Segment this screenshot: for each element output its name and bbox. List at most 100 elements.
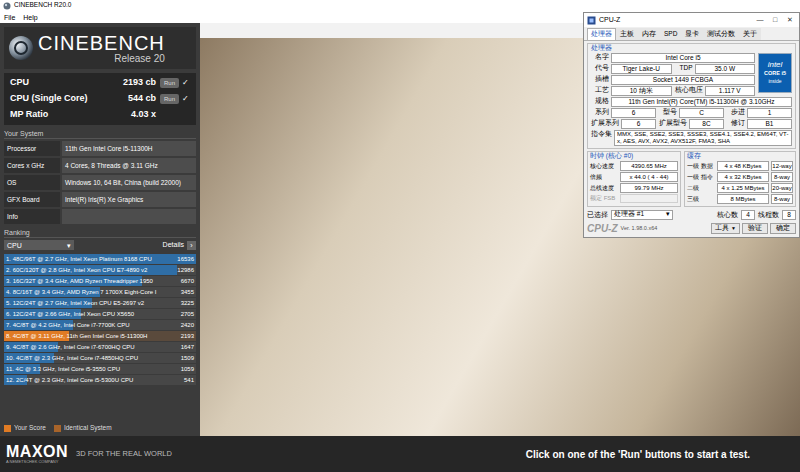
ranking-score: 3455 [181, 287, 194, 297]
cache-way: 12-way [771, 161, 793, 171]
ranking-name: 3. 16C/32T @ 3.4 GHz, AMD Ryzen Threadri… [6, 276, 153, 286]
cpuz-row: 名字Intel Core i5 [591, 53, 755, 63]
ranking-row[interactable]: 1. 48C/96T @ 2.7 GHz, Intel Xeon Platinu… [4, 254, 196, 264]
ranking-name: 6. 12C/24T @ 2.66 GHz, Intel Xeon CPU X5… [6, 309, 134, 319]
system-label: GFX Board [4, 192, 60, 207]
field-label: 指令集 [591, 130, 612, 138]
cpuz-tab[interactable]: 测试分数 [703, 28, 739, 40]
cpuz-tab[interactable]: 内存 [638, 28, 660, 40]
menu-item[interactable]: File [4, 14, 15, 21]
processor-select[interactable]: 处理器 #1▾ [611, 210, 673, 220]
field-label: 插槽 [591, 76, 609, 83]
window-control-button[interactable]: — [754, 15, 766, 26]
ranking-row-text: 11. 4C @ 3.3 GHz, Intel Core i5-3550 CPU… [4, 364, 196, 374]
cpuz-field: 扩展系列6 [591, 119, 656, 129]
cpuz-field: 名字Intel Core i5 [591, 53, 755, 63]
field-value: Socket 1449 FCBGA [611, 75, 755, 85]
field-label: 一级 数据 [687, 163, 715, 169]
processor-top: 名字Intel Core i5代号Tiger Lake-UTDP35.0 W插槽… [591, 53, 792, 96]
system-label: Info [4, 209, 60, 224]
cpuz-tabs: 处理器主板内存SPD显卡测试分数关于 [584, 27, 799, 41]
field-value: 1 [747, 108, 792, 118]
cores-label: 核心数 [717, 210, 738, 220]
menu-item[interactable]: Help [23, 14, 37, 21]
ranking-name: 11. 4C @ 3.3 GHz, Intel Core i5-3550 CPU [6, 364, 120, 374]
field-value: 6 [611, 108, 656, 118]
cpuz-field: 代号Tiger Lake-U [591, 64, 672, 74]
ranking-score: 1509 [181, 353, 194, 363]
cpuz-button[interactable]: 工具▼ [711, 223, 740, 234]
select-value: 处理器 #1 [614, 211, 644, 218]
result-score: 4.03 x [131, 108, 156, 122]
cache-row: 一级 数据4 x 48 KBytes12-way [687, 161, 793, 171]
ranking-row[interactable]: 4. 8C/16T @ 3.4 GHz, AMD Ryzen 7 1700X E… [4, 287, 196, 297]
system-value: Windows 10, 64 Bit, China (build 22000) [62, 175, 196, 190]
ranking-score: 12986 [177, 265, 194, 275]
ranking-row-text: 4. 8C/16T @ 3.4 GHz, AMD Ryzen 7 1700X E… [4, 287, 196, 297]
logo-brand: intel [768, 61, 783, 69]
ranking-row[interactable]: 10. 4C/8T @ 2.3 GHz, Intel Core i7-4850H… [4, 353, 196, 363]
group-title: 处理器 [591, 44, 792, 52]
run-button[interactable]: Run [160, 94, 179, 104]
system-row: Cores x GHz4 Cores, 8 Threads @ 3.11 GHz [4, 158, 196, 173]
cpuz-app-icon [587, 16, 596, 25]
field-value: 8 MBytes [717, 194, 769, 204]
field-label: 核心电压 [675, 87, 703, 94]
cpuz-row: 工艺10 纳米核心电压1.117 V [591, 86, 755, 96]
ranking-row[interactable]: 8. 4C/8T @ 3.11 GHz, 11th Gen Intel Core… [4, 331, 196, 341]
cpuz-field: 型号C [659, 108, 724, 118]
ranking-dropdown[interactable]: CPU▾ [4, 240, 74, 250]
cpuz-button[interactable]: 确定 [770, 223, 796, 234]
cpuz-window[interactable]: CPU-Z—□✕处理器主板内存SPD显卡测试分数关于处理器名字Intel Cor… [583, 12, 800, 238]
ranking-row[interactable]: 12. 2C/4T @ 2.3 GHz, Intel Core i5-5300U… [4, 375, 196, 385]
cpuz-row: 扩展系列6扩展型号8C修订B1 [591, 119, 792, 129]
ranking-name: 7. 4C/8T @ 4.2 GHz, Intel Core i7-7700K … [6, 320, 130, 330]
cache-group: 缓存一级 数据4 x 48 KBytes12-way一级 指令4 x 32 KB… [684, 151, 796, 207]
cpuz-tab[interactable]: SPD [660, 28, 681, 40]
cache-way: 20-way [771, 183, 793, 193]
legend-item: Identical System [54, 423, 112, 433]
run-button[interactable]: Run [160, 78, 179, 88]
ranking-score: 2420 [181, 320, 194, 330]
field-label: 扩展型号 [659, 120, 687, 127]
field-value: 6 [621, 119, 656, 129]
ranking-row[interactable]: 3. 16C/32T @ 3.4 GHz, AMD Ryzen Threadri… [4, 276, 196, 286]
ranking-row[interactable]: 11. 4C @ 3.3 GHz, Intel Core i5-3550 CPU… [4, 364, 196, 374]
field-value: Intel Core i5 [611, 53, 755, 63]
cpuz-tab[interactable]: 显卡 [681, 28, 703, 40]
ranking-row[interactable]: 7. 4C/8T @ 4.2 GHz, Intel Core i7-7700K … [4, 320, 196, 330]
ranking-list: 1. 48C/96T @ 2.7 GHz, Intel Xeon Platinu… [4, 254, 196, 385]
result-row: CPU2193 cbRun✓ [10, 76, 190, 90]
cpuz-version: Ver. 1.98.0.x64 [621, 224, 658, 232]
window-control-button[interactable]: □ [769, 15, 781, 26]
field-label: 代号 [591, 65, 609, 72]
ranking-row[interactable]: 6. 12C/24T @ 2.66 GHz, Intel Xeon CPU X5… [4, 309, 196, 319]
ranking-row-text: 1. 48C/96T @ 2.7 GHz, Intel Xeon Platinu… [4, 254, 196, 264]
cpuz-button[interactable]: 验证 [742, 223, 768, 234]
field-label: 修订 [727, 120, 745, 127]
cores-value: 4 [741, 210, 755, 220]
field-value: 99.79 MHz [620, 183, 678, 193]
legend-label: Identical System [64, 423, 112, 433]
cpuz-tab[interactable]: 关于 [739, 28, 761, 40]
ranking-row-text: 8. 4C/8T @ 3.11 GHz, 11th Gen Intel Core… [4, 331, 196, 341]
window-control-button[interactable]: ✕ [784, 15, 796, 26]
cpuz-tab[interactable]: 处理器 [587, 28, 616, 40]
ranking-row[interactable]: 2. 60C/120T @ 2.8 GHz, Intel Xeon CPU E7… [4, 265, 196, 275]
system-row: OSWindows 10, 64 Bit, China (build 22000… [4, 175, 196, 190]
clock-row: 总线速度99.79 MHz [590, 183, 678, 193]
cpuz-field: 核心电压1.117 V [675, 86, 756, 96]
cpuz-tab[interactable]: 主板 [616, 28, 638, 40]
details-button[interactable]: › [187, 241, 196, 250]
ranking-row[interactable]: 9. 4C/8T @ 2.6 GHz, Intel Core i7-6700HQ… [4, 342, 196, 352]
instructions-row: 指令集MMX, SSE, SSE2, SSE3, SSSE3, SSE4.1, … [591, 130, 792, 146]
field-value: 4 x 48 KBytes [717, 161, 769, 171]
field-label: 名字 [591, 54, 609, 61]
ranking-row[interactable]: 5. 12C/24T @ 2.7 GHz, Intel Xeon CPU E5-… [4, 298, 196, 308]
window-title: CINEBENCH R20.0 [14, 2, 71, 9]
ranking-row-text: 3. 16C/32T @ 3.4 GHz, AMD Ryzen Threadri… [4, 276, 196, 286]
cpuz-titlebar[interactable]: CPU-Z—□✕ [584, 13, 799, 27]
result-row: MP Ratio4.03 x [10, 108, 190, 122]
cpuz-field: 扩展型号8C [659, 119, 724, 129]
system-section: Your SystemProcessor11th Gen Intel Core … [4, 129, 196, 224]
